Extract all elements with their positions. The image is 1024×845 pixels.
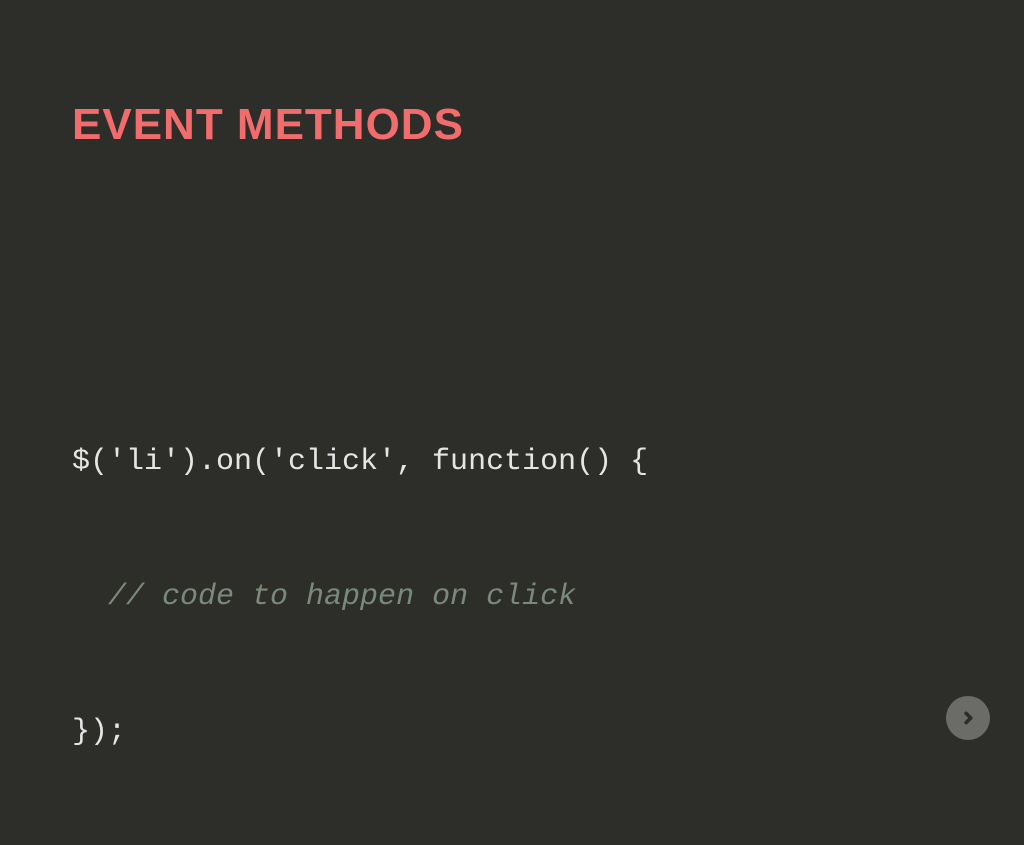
code-comment: // code to happen on click xyxy=(108,580,576,614)
code-line-3: }); xyxy=(72,710,952,755)
slide-title: EVENT METHODS xyxy=(72,100,952,150)
code-line-1: $('li').on('click', function() { xyxy=(72,440,952,485)
code-indent xyxy=(72,580,108,614)
arrow-right-icon xyxy=(957,707,979,729)
next-button[interactable] xyxy=(946,696,990,740)
code-line-2: // code to happen on click xyxy=(72,575,952,620)
slide-container: EVENT METHODS $('li').on('click', functi… xyxy=(0,0,1024,768)
code-block: $('li').on('click', function() { // code… xyxy=(72,350,952,845)
